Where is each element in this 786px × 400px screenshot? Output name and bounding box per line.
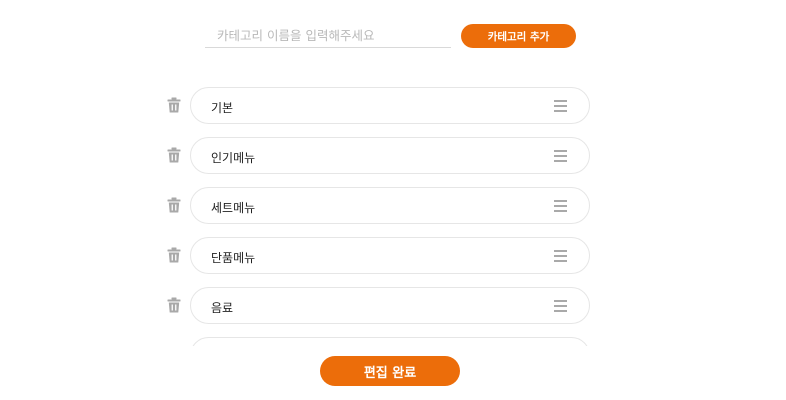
category-row: 기본	[160, 86, 600, 124]
category-pill[interactable]: 인기메뉴	[190, 137, 590, 174]
category-pill[interactable]	[190, 337, 590, 346]
add-category-button[interactable]: 카테고리 추가	[461, 24, 576, 48]
category-label: 단품메뉴	[211, 251, 256, 265]
trash-icon[interactable]	[167, 297, 181, 313]
category-row: 세트메뉴	[160, 186, 600, 224]
category-row	[160, 336, 600, 346]
category-label: 인기메뉴	[211, 151, 256, 165]
category-pill[interactable]: 단품메뉴	[190, 237, 590, 274]
category-edit-page: 카테고리 추가 기본	[0, 0, 786, 400]
trash-icon[interactable]	[167, 147, 181, 163]
category-row: 단품메뉴	[160, 236, 600, 274]
category-label: 세트메뉴	[211, 201, 256, 215]
drag-handle-icon[interactable]	[554, 150, 567, 162]
drag-handle-icon[interactable]	[554, 300, 567, 312]
category-label: 기본	[211, 101, 234, 115]
trash-icon[interactable]	[167, 97, 181, 113]
category-pill[interactable]: 세트메뉴	[190, 187, 590, 224]
category-row: 인기메뉴	[160, 136, 600, 174]
category-row: 음료	[160, 286, 600, 324]
trash-icon[interactable]	[167, 197, 181, 213]
drag-handle-icon[interactable]	[554, 100, 567, 112]
category-label: 음료	[211, 301, 234, 315]
add-category-bar: 카테고리 추가	[205, 22, 577, 49]
drag-handle-icon[interactable]	[554, 200, 567, 212]
trash-icon[interactable]	[167, 247, 181, 263]
category-list: 기본 인기메뉴 세트메뉴 단품메뉴 음료	[160, 84, 600, 346]
category-pill[interactable]: 음료	[190, 287, 590, 324]
done-editing-button[interactable]: 편집 완료	[320, 356, 460, 386]
category-pill[interactable]: 기본	[190, 87, 590, 124]
category-name-input[interactable]	[205, 23, 451, 48]
drag-handle-icon[interactable]	[554, 250, 567, 262]
